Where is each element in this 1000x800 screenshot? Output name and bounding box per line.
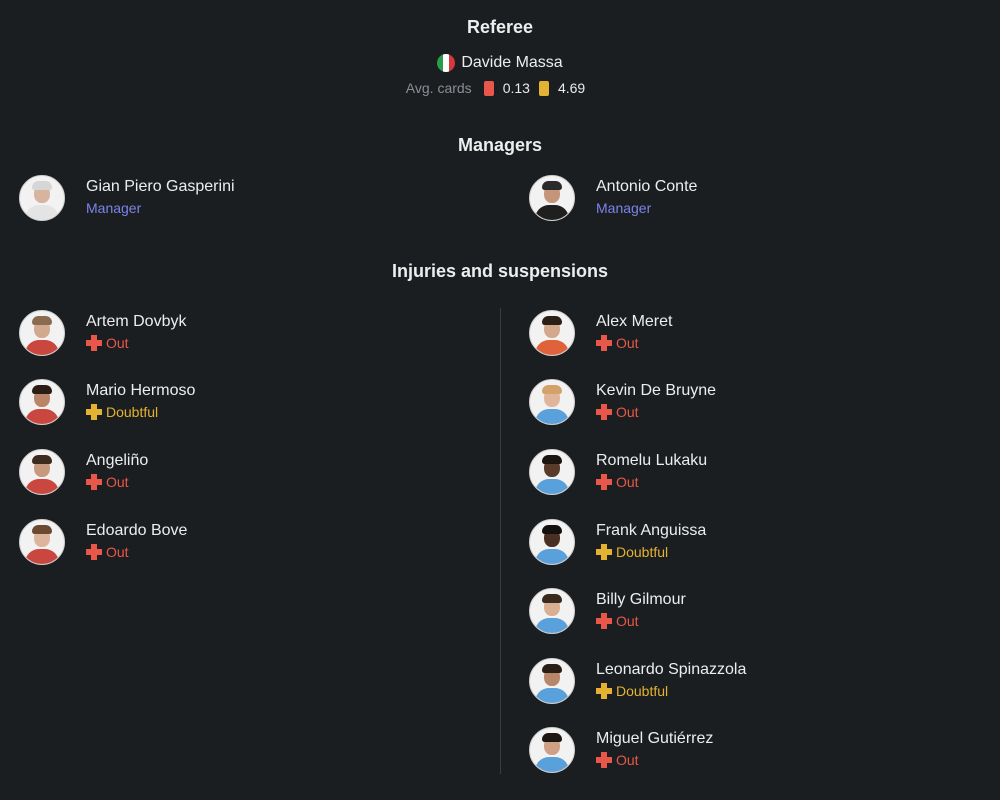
status-badge: Doubtful bbox=[596, 680, 746, 702]
avatar bbox=[529, 379, 575, 425]
referee-name: Davide Massa bbox=[461, 54, 563, 71]
avatar bbox=[19, 379, 65, 425]
injuries-heading: Injuries and suspensions bbox=[391, 261, 609, 281]
injured-player-billy-gilmour[interactable]: Billy Gilmour Out bbox=[529, 587, 686, 635]
player-name: Kevin De Bruyne bbox=[596, 382, 717, 399]
avatar bbox=[529, 658, 575, 704]
status-label: Out bbox=[106, 474, 129, 490]
status-label: Doubtful bbox=[616, 683, 669, 699]
red-card-icon bbox=[483, 80, 494, 96]
injured-player-frank-anguissa[interactable]: Frank Anguissa Doubtful bbox=[529, 518, 706, 566]
player-name: Billy Gilmour bbox=[596, 591, 686, 608]
injury-cross-icon bbox=[596, 544, 612, 560]
avatar bbox=[529, 519, 575, 565]
status-badge: Out bbox=[596, 610, 686, 632]
avatar bbox=[19, 310, 65, 356]
player-name: Frank Anguissa bbox=[596, 522, 707, 539]
player-name: Alex Meret bbox=[596, 313, 673, 330]
injury-cross-icon bbox=[86, 335, 102, 351]
injury-cross-icon bbox=[596, 404, 612, 420]
status-badge: Out bbox=[596, 332, 672, 354]
status-badge: Doubtful bbox=[86, 401, 195, 423]
status-badge: Out bbox=[86, 541, 187, 563]
referee-heading: Referee bbox=[466, 17, 534, 37]
avg-cards-label: Avg. cards bbox=[405, 80, 472, 96]
player-name: Romelu Lukaku bbox=[596, 452, 708, 469]
yellow-card-icon bbox=[538, 80, 549, 96]
player-name: Miguel Gutiérrez bbox=[596, 730, 714, 747]
home-manager[interactable]: Gian Piero Gasperini Manager bbox=[19, 174, 235, 222]
status-badge: Out bbox=[596, 749, 713, 771]
status-badge: Out bbox=[596, 401, 716, 423]
player-name: Artem Dovbyk bbox=[86, 313, 187, 330]
status-label: Out bbox=[616, 752, 639, 768]
injury-cross-icon bbox=[596, 752, 612, 768]
avatar bbox=[529, 449, 575, 495]
status-label: Out bbox=[616, 404, 639, 420]
avatar bbox=[529, 727, 575, 773]
injury-cross-icon bbox=[596, 613, 612, 629]
avatar bbox=[529, 310, 575, 356]
avatar bbox=[19, 519, 65, 565]
yellow-card-average: 4.69 bbox=[557, 80, 586, 96]
status-badge: Out bbox=[86, 332, 186, 354]
manager-name: Gian Piero Gasperini bbox=[86, 178, 235, 195]
avatar bbox=[19, 449, 65, 495]
injured-player-edoardo-bove[interactable]: Edoardo Bove Out bbox=[19, 518, 187, 566]
injured-player-alex-meret[interactable]: Alex Meret Out bbox=[529, 309, 672, 357]
status-label: Out bbox=[106, 544, 129, 560]
status-label: Out bbox=[616, 613, 639, 629]
referee-avg-cards: Avg. cards 0.13 4.69 bbox=[0, 80, 1000, 96]
avatar bbox=[529, 175, 575, 221]
injured-player-angelino[interactable]: Angeliño Out bbox=[19, 448, 148, 496]
avatar bbox=[19, 175, 65, 221]
player-name: Mario Hermoso bbox=[86, 382, 196, 399]
player-name: Edoardo Bove bbox=[86, 522, 188, 539]
column-divider bbox=[500, 308, 501, 774]
injury-cross-icon bbox=[86, 474, 102, 490]
status-label: Doubtful bbox=[106, 404, 159, 420]
status-badge: Out bbox=[86, 471, 148, 493]
away-manager[interactable]: Antonio Conte Manager bbox=[529, 174, 697, 222]
status-badge: Doubtful bbox=[596, 541, 706, 563]
referee-name-row[interactable]: Davide Massa bbox=[0, 54, 1000, 72]
status-label: Out bbox=[616, 335, 639, 351]
injury-cross-icon bbox=[86, 544, 102, 560]
injury-cross-icon bbox=[596, 474, 612, 490]
injured-player-miguel-gutierrez[interactable]: Miguel Gutiérrez Out bbox=[529, 726, 713, 774]
italy-flag-icon bbox=[437, 54, 456, 72]
manager-name: Antonio Conte bbox=[596, 178, 698, 195]
status-label: Out bbox=[106, 335, 129, 351]
injured-player-mario-hermoso[interactable]: Mario Hermoso Doubtful bbox=[19, 378, 195, 426]
managers-heading: Managers bbox=[457, 135, 543, 155]
injured-player-artem-dovbyk[interactable]: Artem Dovbyk Out bbox=[19, 309, 186, 357]
player-name: Leonardo Spinazzola bbox=[596, 661, 747, 678]
injury-cross-icon bbox=[596, 335, 612, 351]
status-label: Out bbox=[616, 474, 639, 490]
manager-role: Manager bbox=[596, 200, 652, 216]
injury-cross-icon bbox=[596, 683, 612, 699]
injured-player-leonardo-spinazzola[interactable]: Leonardo Spinazzola Doubtful bbox=[529, 657, 746, 705]
injured-player-kevin-de-bruyne[interactable]: Kevin De Bruyne Out bbox=[529, 378, 716, 426]
injury-cross-icon bbox=[86, 404, 102, 420]
status-label: Doubtful bbox=[616, 544, 669, 560]
avatar bbox=[529, 588, 575, 634]
red-card-average: 0.13 bbox=[502, 80, 530, 96]
status-badge: Out bbox=[596, 471, 707, 493]
manager-role: Manager bbox=[86, 200, 142, 216]
injured-player-romelu-lukaku[interactable]: Romelu Lukaku Out bbox=[529, 448, 707, 496]
player-name: Angeliño bbox=[86, 452, 149, 469]
